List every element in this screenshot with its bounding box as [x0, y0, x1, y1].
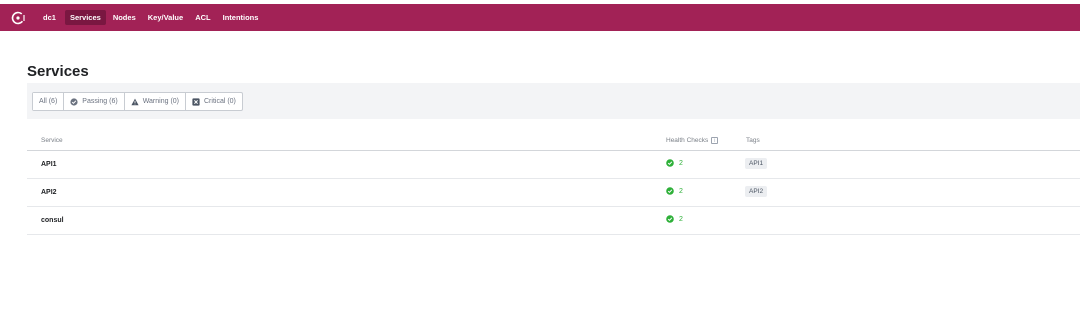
filter-all[interactable]: All (6) — [33, 93, 65, 110]
filter-passing-label: Passing (6) — [82, 98, 118, 105]
filter-warning-label: Warning (0) — [142, 98, 179, 105]
datacenter-selector[interactable]: dc1 — [38, 10, 61, 25]
column-header-health-checks: Health Checks i — [666, 137, 719, 144]
table-row[interactable]: API2 2 API2 — [27, 179, 1080, 207]
nav-key-value[interactable]: Key/Value — [143, 10, 188, 25]
nav-nodes[interactable]: Nodes — [108, 10, 141, 25]
tags-cell: API1 — [745, 158, 768, 169]
health-passing: 2 — [666, 215, 683, 223]
health-passing: 2 — [666, 187, 683, 195]
service-tag: API1 — [745, 158, 768, 169]
critical-x-icon — [192, 97, 200, 106]
check-circle-icon — [666, 187, 674, 195]
info-icon[interactable]: i — [711, 137, 719, 144]
column-header-service: Service — [41, 137, 63, 144]
page-title: Services — [27, 63, 89, 80]
tags-cell: API2 — [745, 186, 768, 197]
top-nav: dc1 Services Nodes Key/Value ACL Intenti… — [0, 4, 1080, 31]
health-passing-count: 2 — [679, 215, 683, 223]
table-row[interactable]: consul 2 — [27, 207, 1080, 235]
check-circle-icon — [666, 215, 674, 223]
health-filter-group: All (6) Passing (6) Warning (0) Critical… — [32, 92, 243, 111]
table-row[interactable]: API1 2 API1 — [27, 151, 1080, 179]
services-table: Service Health Checks i Tags API1 2 API1… — [27, 133, 1080, 235]
filter-bar: All (6) Passing (6) Warning (0) Critical… — [27, 83, 1080, 119]
filter-critical[interactable]: Critical (0) — [186, 93, 242, 110]
column-header-health-label: Health Checks — [666, 137, 709, 144]
health-passing-count: 2 — [679, 159, 683, 167]
service-tag: API2 — [745, 186, 768, 197]
check-circle-icon — [70, 97, 78, 106]
service-name[interactable]: API2 — [41, 189, 57, 196]
warning-triangle-icon — [131, 98, 139, 106]
health-passing-count: 2 — [679, 187, 683, 195]
filter-all-label: All (6) — [39, 98, 58, 105]
filter-warning[interactable]: Warning (0) — [125, 93, 186, 110]
nav-services[interactable]: Services — [64, 10, 106, 25]
health-passing: 2 — [666, 159, 683, 167]
nav-intentions[interactable]: Intentions — [218, 10, 264, 25]
filter-passing[interactable]: Passing (6) — [64, 93, 125, 110]
column-header-tags: Tags — [746, 137, 760, 144]
check-circle-icon — [666, 159, 674, 167]
filter-critical-label: Critical (0) — [204, 98, 236, 105]
service-name[interactable]: API1 — [41, 161, 57, 168]
nav-acl[interactable]: ACL — [190, 10, 215, 25]
service-name[interactable]: consul — [41, 217, 64, 224]
table-header: Service Health Checks i Tags — [27, 133, 1080, 151]
consul-logo-icon[interactable] — [10, 9, 28, 27]
